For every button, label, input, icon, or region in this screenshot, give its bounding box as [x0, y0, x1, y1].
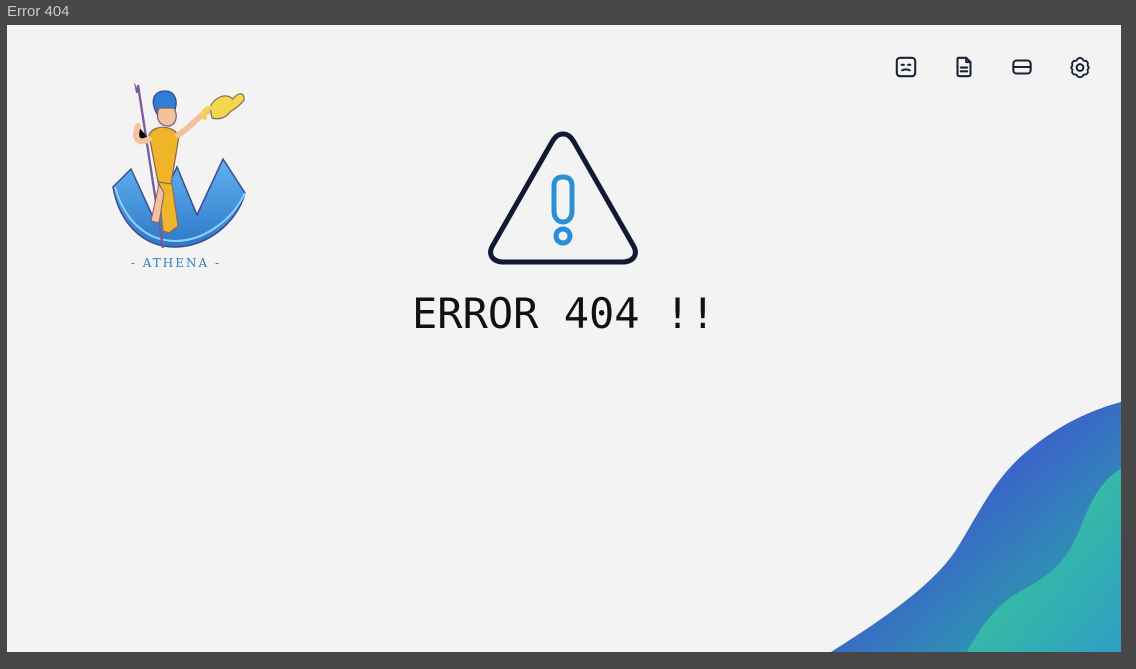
app-window: Error 404 - ATHENA - ERROR 404 !!	[0, 0, 1136, 669]
top-toolbar	[891, 52, 1095, 82]
warning-icon	[488, 131, 638, 265]
window-title: Error 404	[7, 3, 70, 20]
settings-button[interactable]	[1065, 52, 1095, 82]
document-icon	[956, 56, 972, 78]
document-button[interactable]	[949, 52, 979, 82]
athena-logo	[112, 82, 246, 249]
title-bar: Error 404	[0, 0, 1136, 25]
error-message: ERROR 404 !!	[412, 289, 716, 338]
face-button[interactable]	[891, 52, 921, 82]
logo-text: - ATHENA -	[130, 256, 222, 270]
decorative-wave	[831, 402, 1121, 652]
settings-icon	[1070, 56, 1090, 79]
face-icon	[895, 56, 917, 78]
error-page: - ATHENA - ERROR 404 !!	[7, 25, 1121, 652]
inbox-button[interactable]	[1007, 52, 1037, 82]
inbox-icon	[1012, 59, 1032, 75]
